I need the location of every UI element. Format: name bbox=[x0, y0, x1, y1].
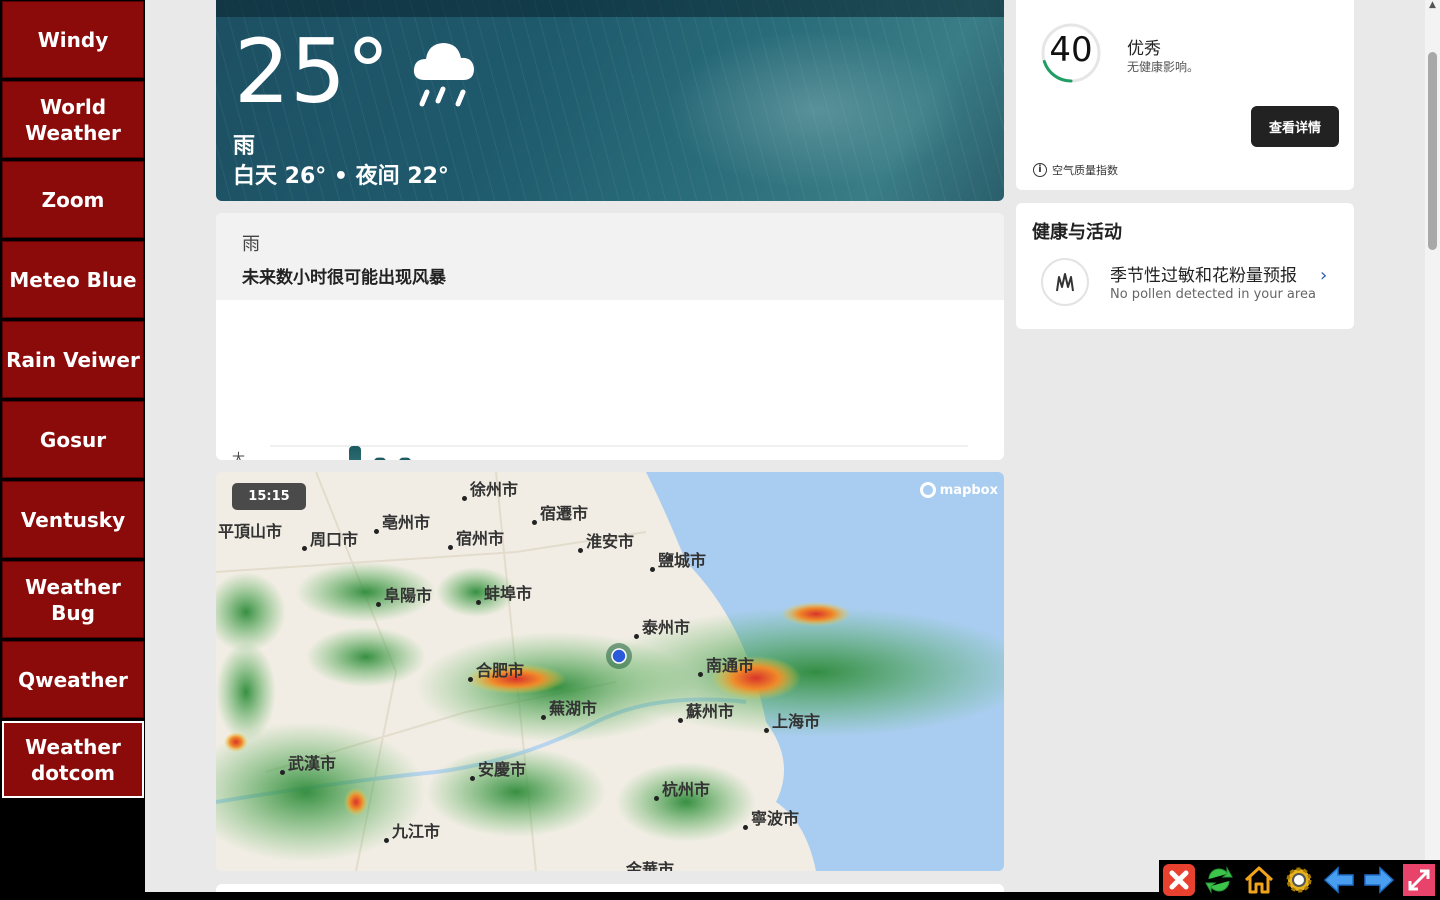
aqi-level: 优秀 bbox=[1127, 39, 1161, 59]
sidebar-item-world-weather[interactable]: World Weather bbox=[2, 81, 144, 158]
health-title: 健康与活动 bbox=[1032, 222, 1122, 243]
forward-arrow-icon[interactable] bbox=[1359, 860, 1399, 900]
city-label: 蕪湖市 bbox=[540, 695, 597, 720]
city-label: 蘇州市 bbox=[677, 698, 734, 723]
city-label: 泰州市 bbox=[633, 614, 690, 639]
home-icon[interactable] bbox=[1239, 860, 1279, 900]
city-label: 安慶市 bbox=[469, 756, 526, 781]
city-label: 宿州市 bbox=[447, 525, 504, 550]
city-label: 南通市 bbox=[697, 652, 754, 677]
current-temperature: 25° bbox=[234, 20, 390, 123]
city-label: 徐州市 bbox=[461, 476, 518, 501]
scroll-thumb[interactable] bbox=[1428, 52, 1437, 250]
city-label: 上海市 bbox=[763, 708, 820, 733]
page-content: 25° 雨 白天 26° • 夜间 22° 雨 未来数小时很可能出现风暴 大中小 bbox=[145, 0, 1425, 892]
cloud-glow bbox=[664, 30, 964, 190]
city-label: 阜陽市 bbox=[375, 582, 432, 607]
precip-bar bbox=[374, 457, 386, 460]
precip-bar bbox=[349, 446, 361, 460]
city-label: 周口市 bbox=[301, 526, 358, 551]
precip-chart: 大中小 现在12131415161718 bbox=[232, 445, 968, 460]
sidebar-item-windy[interactable]: Windy bbox=[2, 1, 144, 78]
aqi-description: 无健康影响。 bbox=[1127, 60, 1200, 74]
precip-bar bbox=[399, 457, 411, 460]
sidebar-item-meteo-blue[interactable]: Meteo Blue bbox=[2, 241, 144, 318]
fullscreen-icon[interactable] bbox=[1399, 860, 1439, 900]
bottom-strip bbox=[145, 892, 1159, 900]
sidebar-item-weather-dotcom[interactable]: Weather dotcom bbox=[2, 721, 144, 798]
back-arrow-icon[interactable] bbox=[1319, 860, 1359, 900]
chevron-right-icon[interactable]: › bbox=[1320, 265, 1327, 286]
air-quality-card: 40 优秀 无健康影响。 查看详情 i 空气质量指数 bbox=[1016, 0, 1354, 190]
sidebar-item-zoom[interactable]: Zoom bbox=[2, 161, 144, 238]
close-icon[interactable] bbox=[1159, 860, 1199, 900]
info-icon: i bbox=[1033, 163, 1047, 177]
city-label: 武漢市 bbox=[279, 750, 336, 775]
sidebar-item-gosur[interactable]: Gosur bbox=[2, 401, 144, 478]
settings-icon[interactable] bbox=[1279, 860, 1319, 900]
city-label: 平頂山市 bbox=[218, 518, 282, 542]
city-label: 合肥市 bbox=[467, 657, 524, 682]
view-details-button[interactable]: 查看详情 bbox=[1251, 106, 1339, 147]
scroll-up-arrow-icon[interactable]: ▲ bbox=[1428, 0, 1437, 12]
pollen-status: No pollen detected in your area bbox=[1110, 287, 1316, 302]
current-condition: 雨 bbox=[233, 134, 256, 159]
aqi-value: 40 bbox=[1049, 30, 1093, 70]
y-axis-label: 大 bbox=[232, 452, 245, 460]
aqi-info-link[interactable]: i 空气质量指数 bbox=[1033, 162, 1118, 178]
city-label: 淮安市 bbox=[577, 528, 634, 553]
refresh-icon[interactable] bbox=[1199, 860, 1239, 900]
precip-header: 雨 未来数小时很可能出现风暴 bbox=[216, 213, 1004, 300]
sidebar-item-rain-veiwer[interactable]: Rain Veiwer bbox=[2, 321, 144, 398]
city-label: 宿遷市 bbox=[531, 500, 588, 525]
sidebar: Windy World Weather Zoom Meteo Blue Rain… bbox=[0, 0, 145, 900]
card-header-band bbox=[216, 0, 1004, 17]
next-card bbox=[216, 884, 1004, 892]
precip-condition: 雨 bbox=[242, 234, 260, 255]
day-night-temps: 白天 26° • 夜间 22° bbox=[233, 164, 449, 189]
page-scrollbar[interactable]: ▲ bbox=[1425, 0, 1440, 892]
health-activities-card: 健康与活动 季节性过敏和花粉量预报 No pollen detected in … bbox=[1016, 203, 1354, 329]
bottom-toolbar bbox=[1159, 860, 1440, 900]
city-label: 亳州市 bbox=[373, 509, 430, 534]
sidebar-item-weather-bug[interactable]: Weather Bug bbox=[2, 561, 144, 638]
city-label: 蚌埠市 bbox=[475, 580, 532, 605]
mapbox-logo: mapbox bbox=[919, 482, 998, 498]
precip-summary: 未来数小时很可能出现风暴 bbox=[242, 268, 446, 288]
rain-cloud-icon bbox=[413, 43, 474, 107]
map-time-chip[interactable]: 15:15 bbox=[232, 483, 306, 510]
sidebar-item-qweather[interactable]: Qweather bbox=[2, 641, 144, 718]
city-label: 九江市 bbox=[383, 818, 440, 843]
city-label: 寧波市 bbox=[742, 805, 799, 830]
pollen-icon bbox=[1041, 258, 1089, 306]
mapbox-icon bbox=[919, 482, 936, 498]
sidebar-item-ventusky[interactable]: Ventusky bbox=[2, 481, 144, 558]
city-label: 金華市 bbox=[626, 856, 674, 871]
city-label: 杭州市 bbox=[653, 776, 710, 801]
city-label: 鹽城市 bbox=[649, 547, 706, 572]
precipitation-card: 雨 未来数小时很可能出现风暴 大中小 现在12131415161718 bbox=[216, 213, 1004, 460]
current-conditions-card: 25° 雨 白天 26° • 夜间 22° bbox=[216, 0, 1004, 201]
pollen-forecast-link[interactable]: 季节性过敏和花粉量预报 bbox=[1110, 261, 1297, 286]
radar-map[interactable]: 15:15 mapbox 徐州市 宿遷市 平頂山市 周口市 亳州市 宿州市 淮安… bbox=[216, 472, 1004, 871]
